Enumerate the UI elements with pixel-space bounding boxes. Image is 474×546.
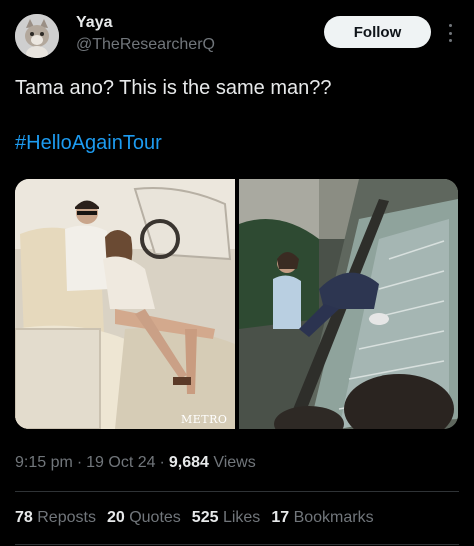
tweet-time[interactable]: 9:15 pm bbox=[15, 454, 73, 471]
likes-count: 525 bbox=[191, 509, 219, 526]
tweet-header: Yaya @TheResearcherQ Follow bbox=[0, 0, 474, 70]
bookmarks-count: 17 bbox=[271, 509, 290, 526]
likes-stat[interactable]: 525 Likes bbox=[192, 509, 261, 527]
metro-watermark: METRO bbox=[181, 413, 228, 426]
views-count: 9,684 bbox=[168, 454, 209, 471]
likes-label: Likes bbox=[222, 509, 261, 526]
separator-dot: · bbox=[76, 454, 83, 471]
hashtag-link[interactable]: #HelloAgainTour bbox=[15, 131, 162, 155]
reposts-label: Reposts bbox=[37, 509, 96, 526]
divider bbox=[15, 544, 459, 545]
views-label: Views bbox=[213, 454, 256, 471]
quotes-count: 20 bbox=[106, 509, 125, 526]
divider bbox=[15, 491, 459, 492]
follow-button[interactable]: Follow bbox=[324, 16, 431, 48]
photo-escalator-scene[interactable] bbox=[239, 179, 458, 429]
photo-couple-in-car[interactable]: METRO bbox=[15, 179, 235, 429]
media-grid: METRO bbox=[15, 179, 458, 429]
separator-dot: · bbox=[159, 454, 165, 471]
reposts-count: 78 bbox=[15, 509, 33, 526]
engagement-stats: 78 Reposts 20 Quotes 525 Likes 17 Bookmarks bbox=[15, 509, 385, 527]
quotes-stat[interactable]: 20 Quotes bbox=[107, 509, 181, 527]
user-handle[interactable]: @TheResearcherQ bbox=[76, 36, 215, 54]
quotes-label: Quotes bbox=[129, 509, 181, 526]
tweet-date[interactable]: 19 Oct 24 bbox=[86, 454, 155, 471]
cat-avatar-icon[interactable] bbox=[15, 14, 59, 58]
display-name[interactable]: Yaya bbox=[76, 14, 112, 32]
bookmarks-label: Bookmarks bbox=[293, 509, 374, 526]
tweet-meta: 9:15 pm · 19 Oct 24 · 9,684 Views bbox=[15, 454, 256, 472]
reposts-stat[interactable]: 78 Reposts bbox=[15, 509, 96, 527]
more-options-icon[interactable] bbox=[441, 22, 459, 44]
bookmarks-stat[interactable]: 17 Bookmarks bbox=[271, 509, 373, 527]
tweet-text: Tama ano? This is the same man?? bbox=[15, 77, 332, 99]
